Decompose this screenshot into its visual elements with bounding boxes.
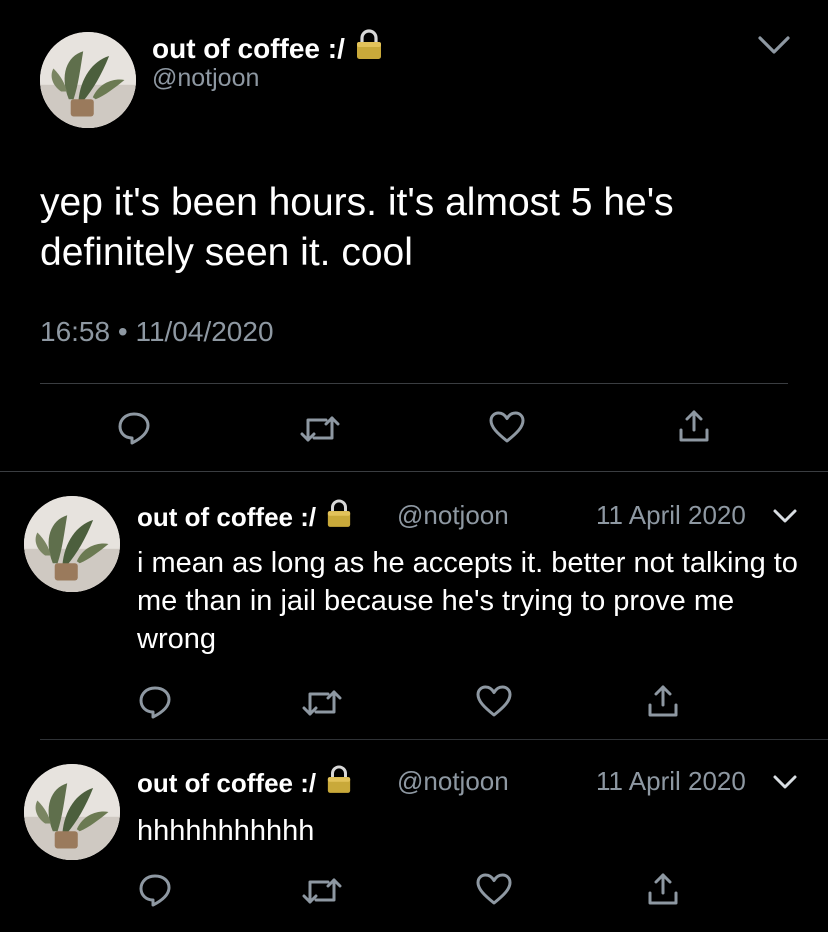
reply-icon[interactable] [137,872,173,908]
retweet-icon[interactable] [302,874,342,908]
display-name[interactable]: out of coffee :/ [137,498,352,536]
avatar-image [40,32,136,128]
chevron-down-icon[interactable] [772,773,798,791]
tweet-date[interactable]: 11 April 2020 [596,764,746,798]
avatar[interactable] [24,764,120,860]
divider [40,739,828,740]
tweet-text: yep it's been hours. it's almost 5 he's … [40,181,674,274]
user-handle[interactable]: @notjoon [152,62,259,94]
display-name-text[interactable]: out of coffee :/ [137,500,316,534]
share-icon[interactable] [646,683,680,719]
tweet-date: 11/04/2020 [135,316,274,347]
heart-icon[interactable] [475,872,513,906]
tweet-date[interactable]: 11 April 2020 [596,498,746,532]
lock-icon [326,764,352,802]
tweet-timestamp[interactable]: 16:58 • 11/04/2020 [40,312,274,352]
reply-icon[interactable] [116,410,152,446]
display-name-text[interactable]: out of coffee :/ [137,766,316,800]
tweet-text: i mean as long as he accepts it. better … [137,547,798,655]
avatar[interactable] [40,32,136,128]
lock-icon [326,498,352,536]
avatar-image [24,496,120,592]
share-icon[interactable] [677,408,711,444]
tweet-text: hhhhhhhhhhh [137,815,315,847]
avatar-image [24,764,120,860]
heart-icon[interactable] [488,410,526,444]
user-handle[interactable]: @notjoon [397,764,509,798]
divider [0,471,828,472]
retweet-icon[interactable] [302,686,342,720]
meta-separator: • [117,316,128,347]
lock-icon [355,28,383,69]
heart-icon[interactable] [475,684,513,718]
retweet-icon[interactable] [300,412,340,446]
tweet-time: 16:58 [40,316,111,347]
chevron-down-icon[interactable] [772,507,798,525]
chevron-down-icon[interactable] [756,32,792,58]
tweet-thread: out of coffee :/ @notjoon yep it's been … [0,0,828,932]
divider [40,383,788,384]
display-name[interactable]: out of coffee :/ [137,764,352,802]
avatar[interactable] [24,496,120,592]
reply-icon[interactable] [137,684,173,720]
share-icon[interactable] [646,871,680,907]
user-handle[interactable]: @notjoon [397,498,509,532]
